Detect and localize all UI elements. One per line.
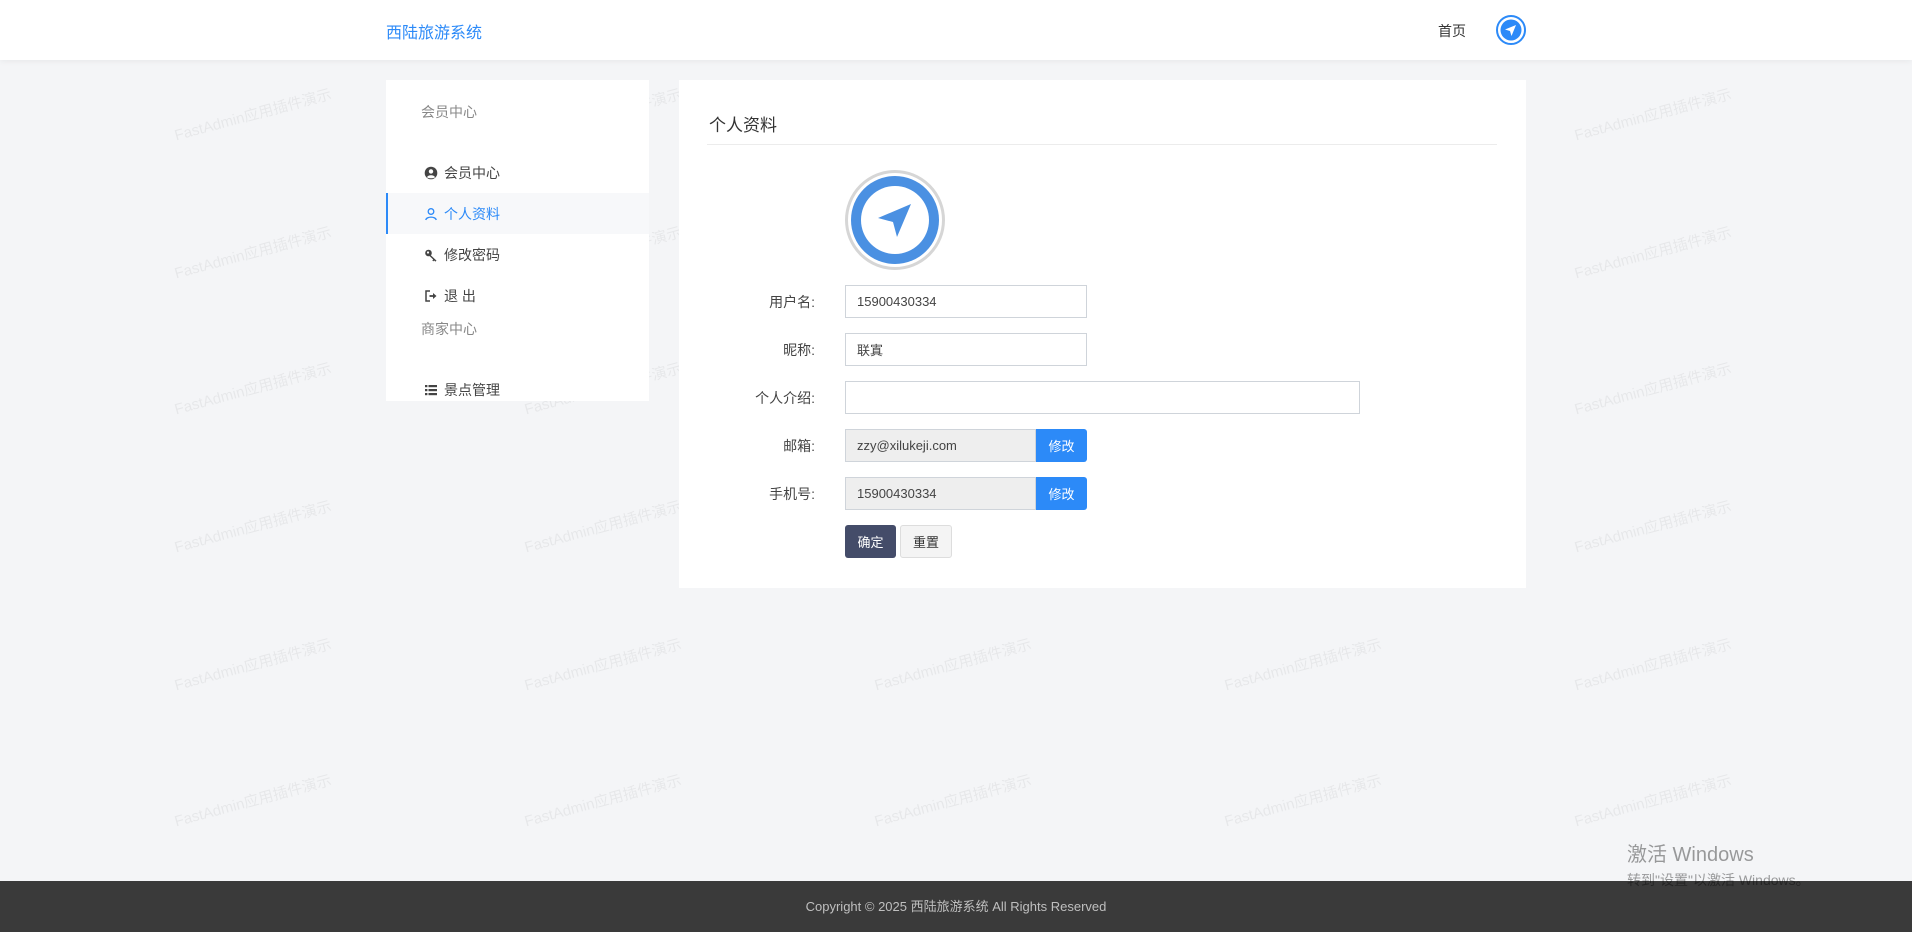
submit-button[interactable]: 确定 xyxy=(845,525,896,558)
mobile-field[interactable] xyxy=(845,477,1036,510)
sidebar-item-scenic-management[interactable]: 景点管理 xyxy=(386,369,649,410)
sidebar-heading-member: 会员中心 xyxy=(421,104,477,120)
watermark-text: FastAdmin应用插件演示 xyxy=(522,772,684,831)
brand-logo-text[interactable]: 西陆旅游系统 xyxy=(386,19,482,43)
sidebar-item-label: 景点管理 xyxy=(444,381,500,398)
windows-activation-title: 激活 Windows xyxy=(1627,844,1754,866)
sidebar-item-label: 会员中心 xyxy=(444,164,500,181)
list-icon xyxy=(424,383,438,397)
watermark-text: FastAdmin应用插件演示 xyxy=(1222,772,1384,831)
watermark-text: FastAdmin应用插件演示 xyxy=(1572,498,1734,557)
watermark-text: FastAdmin应用插件演示 xyxy=(172,86,334,145)
windows-activation-notice: 激活 Windows 转到"设置"以激活 Windows。 xyxy=(1627,838,1810,890)
sidebar-item-change-password[interactable]: 修改密码 xyxy=(386,234,649,275)
watermark-text: FastAdmin应用插件演示 xyxy=(1572,772,1734,831)
title-divider xyxy=(707,144,1497,145)
profile-panel: 个人资料 用户名: 昵称: 个人介绍: 邮箱: 修改 手机号: 修改 确定 重置 xyxy=(679,80,1526,588)
sign-out-icon xyxy=(424,289,438,303)
modify-mobile-button[interactable]: 修改 xyxy=(1036,477,1087,510)
sidebar-heading-merchant: 商家中心 xyxy=(421,321,477,337)
sidebar: 会员中心 会员中心 个人资料 修改密码 退 出 商家中心 景点管理 xyxy=(386,80,649,401)
watermark-text: FastAdmin应用插件演示 xyxy=(172,636,334,695)
nickname-label: 昵称: xyxy=(783,342,815,358)
email-label: 邮箱: xyxy=(783,438,815,454)
watermark-text: FastAdmin应用插件演示 xyxy=(172,498,334,557)
user-avatar-icon[interactable] xyxy=(1496,15,1526,45)
sidebar-item-profile[interactable]: 个人资料 xyxy=(386,193,649,234)
watermark-text: FastAdmin应用插件演示 xyxy=(872,636,1034,695)
avatar-send-icon xyxy=(851,176,939,264)
sidebar-item-label: 个人资料 xyxy=(444,205,500,222)
nav-home-link[interactable]: 首页 xyxy=(1438,21,1466,41)
username-label: 用户名: xyxy=(769,294,815,310)
watermark-text: FastAdmin应用插件演示 xyxy=(172,772,334,831)
user-circle-icon xyxy=(424,166,438,180)
page-footer: Copyright © 2025 西陆旅游系统 All Rights Reser… xyxy=(0,881,1912,932)
watermark-text: FastAdmin应用插件演示 xyxy=(1572,86,1734,145)
nickname-input[interactable] xyxy=(845,333,1087,366)
sidebar-item-label: 修改密码 xyxy=(444,246,500,263)
footer-copyright: Copyright © 2025 西陆旅游系统 All Rights Reser… xyxy=(805,899,1107,914)
watermark-text: FastAdmin应用插件演示 xyxy=(872,772,1034,831)
bio-label: 个人介绍: xyxy=(755,390,815,406)
watermark-text: FastAdmin应用插件演示 xyxy=(1572,360,1734,419)
email-field[interactable] xyxy=(845,429,1036,462)
top-navbar: 西陆旅游系统 首页 xyxy=(0,0,1912,60)
bio-input[interactable] xyxy=(845,381,1360,414)
modify-email-button[interactable]: 修改 xyxy=(1036,429,1087,462)
sidebar-item-label: 退 出 xyxy=(444,287,476,304)
profile-avatar[interactable] xyxy=(845,170,945,270)
watermark-text: FastAdmin应用插件演示 xyxy=(522,636,684,695)
reset-button[interactable]: 重置 xyxy=(900,525,952,558)
sidebar-item-member-center[interactable]: 会员中心 xyxy=(386,152,649,193)
page-title: 个人资料 xyxy=(709,116,777,135)
sidebar-item-logout[interactable]: 退 出 xyxy=(386,275,649,316)
watermark-text: FastAdmin应用插件演示 xyxy=(1572,636,1734,695)
user-icon xyxy=(424,207,438,221)
windows-activation-subtitle: 转到"设置"以激活 Windows。 xyxy=(1627,872,1810,888)
username-input[interactable] xyxy=(845,285,1087,318)
watermark-text: FastAdmin应用插件演示 xyxy=(172,360,334,419)
watermark-text: FastAdmin应用插件演示 xyxy=(172,224,334,283)
watermark-text: FastAdmin应用插件演示 xyxy=(1572,224,1734,283)
key-icon xyxy=(424,248,438,262)
watermark-text: FastAdmin应用插件演示 xyxy=(1222,636,1384,695)
mobile-label: 手机号: xyxy=(769,486,815,502)
watermark-text: FastAdmin应用插件演示 xyxy=(522,498,684,557)
